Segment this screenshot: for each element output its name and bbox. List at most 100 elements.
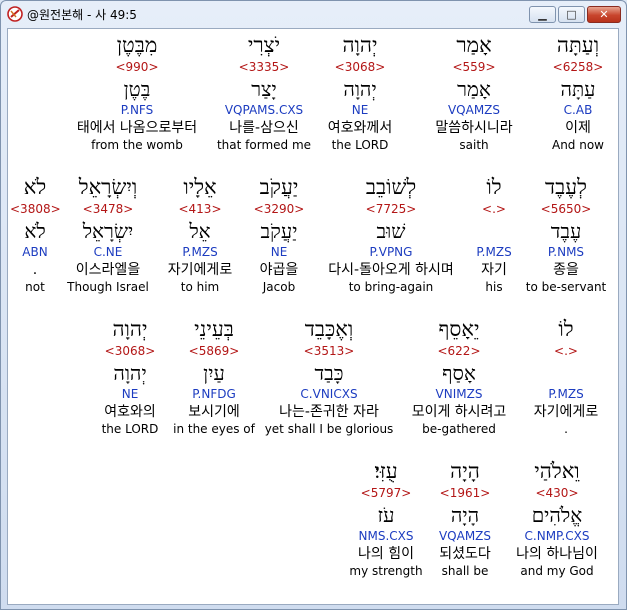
english-gloss: his [485,280,503,294]
verse-interlinear-panel[interactable]: וְעַתָּה <6258> עַתָּה C.AB 이제 And now א… [7,28,619,605]
word-item[interactable]: וְאֶכָּבֵד <3513> כָּבַד C.VNICXS 나는-존귀한… [264,315,394,437]
parsing-code: VNIMZS [435,387,483,401]
hebrew-word: לוֹ [558,317,574,341]
korean-gloss: 이스라엘을 [75,262,141,278]
hebrew-word: אֵלָיו [183,175,217,199]
maximize-icon: □ [566,8,577,21]
strong-number[interactable]: <5650> [516,201,616,217]
word-item[interactable]: הָיָה <1961> הָיָה VQAMZS 되셨도다 shall be [428,457,502,579]
hebrew-word: לְשׁוֹבֵב [365,175,417,199]
parsing-code: P.MZS [182,245,218,259]
close-button[interactable]: ✕ [587,6,621,23]
hebrew-lemma: יַעֲקֹב [260,219,298,243]
strong-number[interactable]: <3335> [208,59,320,75]
korean-gloss: 태에서 나옴으로부터 [76,120,198,136]
parsing-code: VQPAMS.CXS [224,103,304,117]
hebrew-lemma: יְהוָה [343,77,377,101]
parsing-code: C.VNICXS [300,387,358,401]
strong-number[interactable]: <.> [516,343,616,359]
hebrew-lemma: עֹז [377,503,395,527]
english-gloss: the LORD [101,422,159,436]
korean-gloss: 여호와의 [104,404,156,420]
hebrew-lemma: יִשְׂרָאֵל [82,219,134,243]
english-gloss: And now [551,138,604,152]
strong-number[interactable]: <430> [508,485,606,501]
word-item[interactable]: לוֹ <.> P.MZS 자기 his [464,173,524,295]
strong-number[interactable]: <3478> [60,201,156,217]
minimize-button[interactable]: ▁ [529,6,556,23]
english-gloss: . [564,422,568,436]
word-item[interactable]: יְהוָה <3068> יְהוָה NE 여호와의 the LORD [90,315,170,437]
hebrew-word: יֵאָסֵף [438,317,480,341]
strong-number[interactable]: <413> [160,201,240,217]
hebrew-lemma: אָמַר [457,77,491,101]
parsing-code: P.MZS [548,387,584,401]
korean-gloss: 종을 [553,262,579,278]
hebrew-word: יְהוָה [342,33,378,57]
word-item[interactable]: בְּעֵינֵי <5869> עַיִן P.NFDG 보시기에 in th… [168,315,260,437]
parsing-code: C.AB [563,103,593,117]
strong-number[interactable]: <559> [418,59,530,75]
strong-number[interactable]: <3808> [10,201,61,217]
hebrew-word: וְעַתָּה [556,33,600,57]
strong-number[interactable]: <1961> [428,485,502,501]
hebrew-lemma: עַתָּה [560,77,596,101]
word-item[interactable]: אָמַר <559> אָמַר VQAMZS 말씀하시니라 saith [418,31,530,153]
parsing-code: NE [351,103,369,117]
word-item[interactable]: לְעֶבֶד <5650> עֶבֶד P.NMS 종을 to be-serv… [516,173,616,295]
strong-number[interactable]: <3068> [90,343,170,359]
strong-number[interactable]: <3068> [304,59,416,75]
english-gloss: to bring-again [348,280,434,294]
close-icon: ✕ [599,8,609,21]
word-item[interactable]: לוֹ <.> P.MZS 자기에게로 . [516,315,616,437]
strong-number[interactable]: <990> [62,59,212,75]
strong-number[interactable]: <5797> [348,485,424,501]
korean-gloss: 여호와께서 [327,120,393,136]
korean-gloss: 보시기에 [188,404,240,420]
english-gloss: the LORD [331,138,389,152]
hebrew-word: לוֹ [486,175,502,199]
hebrew-lemma: הָיָה [450,503,480,527]
hebrew-lemma [464,217,524,245]
parsing-code: P.NFDG [192,387,236,401]
hebrew-word: לֹא [23,175,47,199]
hebrew-word: וֵאלֹהַי [534,459,580,483]
word-item[interactable]: מִבֶּטֶן <990> בֶּטֶן P.NFS 태에서 나옴으로부터 f… [62,31,212,153]
korean-gloss: 모이게 하시려고 [411,404,507,420]
strong-number[interactable]: <5869> [168,343,260,359]
word-item[interactable]: יְהוָה <3068> יְהוָה NE 여호와께서 the LORD [304,31,416,153]
hebrew-lemma: אָסַף [442,361,476,385]
word-item[interactable]: יֹצְרִי <3335> יָצַר VQPAMS.CXS 나를-삼으신 t… [208,31,320,153]
hebrew-word: יְהוָה [112,317,148,341]
english-gloss: to him [180,280,220,294]
word-item[interactable]: וְיִשְׂרָאֵל <3478> יִשְׂרָאֵל C.NE 이스라엘… [60,173,156,295]
word-item[interactable]: לֹא <3808> לֹא ABN . not [10,173,61,295]
korean-gloss: 다시-돌아오게 하시며 [328,262,454,278]
title-bar[interactable]: @원전본해 - 사 49:5 ▁ □ ✕ [1,1,626,27]
hebrew-lemma: אֵל [189,219,211,243]
hebrew-word: הָיָה [450,459,480,483]
word-item[interactable]: יֵאָסֵף <622> אָסַף VNIMZS 모이게 하시려고 be-g… [398,315,520,437]
strong-number[interactable]: <3290> [244,201,314,217]
korean-gloss: 나의 하나님이 [516,546,598,562]
korean-gloss: 이제 [565,120,591,136]
word-item[interactable]: לְשׁוֹבֵב <7725> שׁוּב P.VPNG 다시-돌아오게 하시… [314,173,468,295]
app-logo-icon [7,6,23,22]
word-item[interactable]: עֻזִּי׃ <5797> עֹז NMS.CXS 나의 힘이 my stre… [348,457,424,579]
english-gloss: to be-servant [525,280,607,294]
strong-number[interactable]: <.> [464,201,524,217]
strong-number[interactable]: <622> [398,343,520,359]
word-item[interactable]: וְעַתָּה <6258> עַתָּה C.AB 이제 And now [546,31,610,167]
window-title: @원전본해 - 사 49:5 [27,8,137,22]
word-item[interactable]: יַעֲקֹב <3290> יַעֲקֹב NE 야곱을 Jacob [244,173,314,295]
strong-number[interactable]: <7725> [314,201,468,217]
word-item[interactable]: וֵאלֹהַי <430> אֱלֹהִים C.NMP.CXS 나의 하나님… [508,457,606,579]
strong-number[interactable]: <6258> [546,59,610,75]
english-gloss: Though Israel [67,280,149,294]
parsing-code: P.NFS [120,103,154,117]
word-item[interactable]: אֵלָיו <413> אֵל P.MZS 자기에게로 to him [160,173,240,295]
korean-gloss: 자기 [481,262,507,278]
hebrew-word: וְאֶכָּבֵד [304,317,354,341]
strong-number[interactable]: <3513> [264,343,394,359]
maximize-button[interactable]: □ [558,6,585,23]
